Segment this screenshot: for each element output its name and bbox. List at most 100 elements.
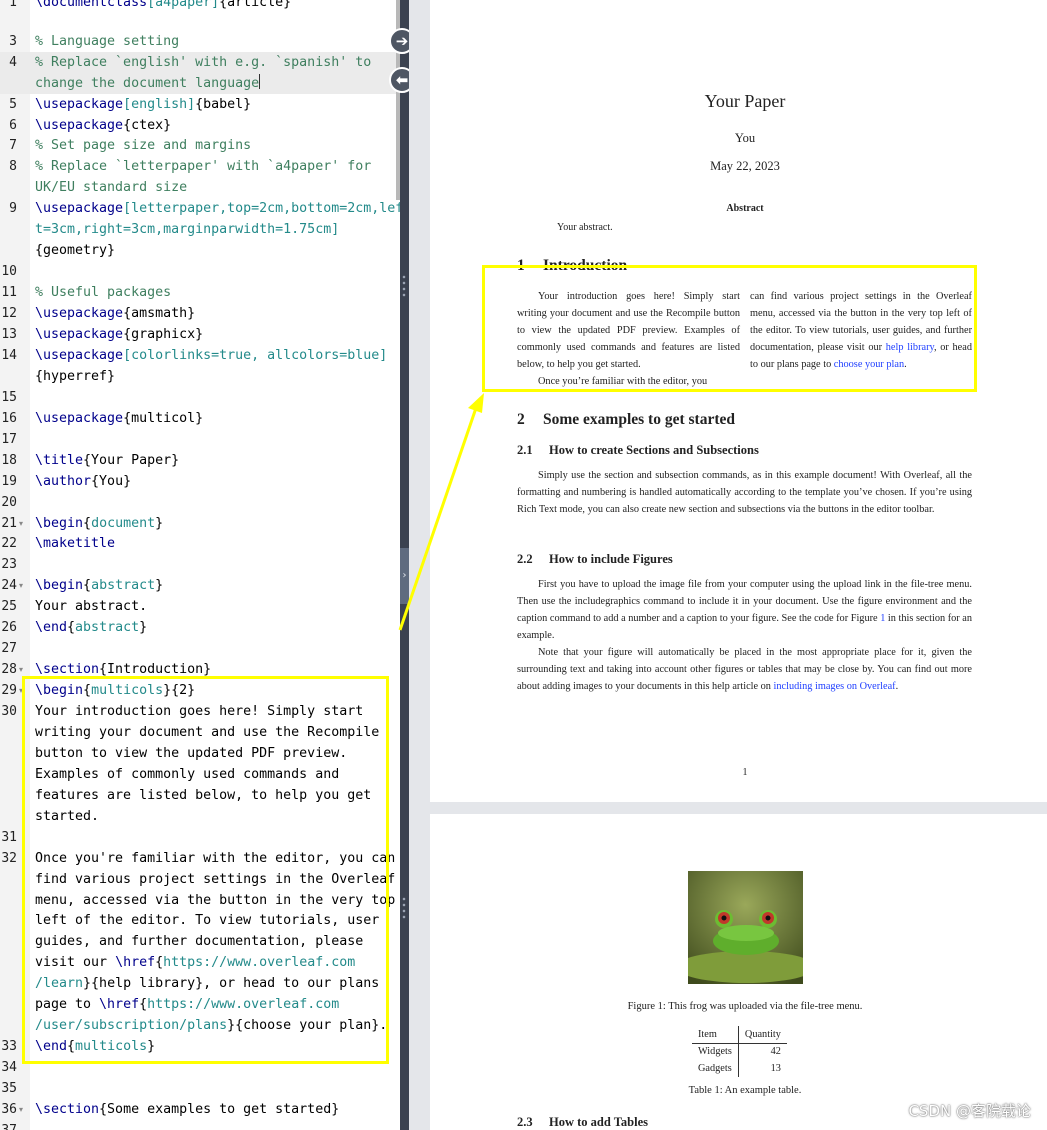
code-token: {Some examples to get started} [99, 1102, 340, 1117]
table-cell: Gadgets [692, 1060, 739, 1077]
code-token: {multicol} [123, 411, 204, 426]
code-line[interactable]: 3 % Language setting [0, 31, 400, 52]
code-line[interactable]: {hyperref} [0, 366, 400, 387]
code-token: change the document language [35, 76, 260, 91]
line-number: 23 [1, 557, 17, 572]
pdf-page-1: Your Paper You May 22, 2023 Abstract You… [430, 0, 1047, 802]
line-number: 32 [1, 851, 17, 866]
line-number: 5 [9, 97, 17, 112]
line-number: 8 [9, 159, 17, 174]
frog-image [688, 871, 803, 984]
code-line[interactable]: {geometry} [0, 240, 400, 261]
code-line[interactable]: change the document language [0, 73, 400, 94]
code-line[interactable]: 15 [0, 387, 400, 408]
code-token: \begin [35, 516, 84, 531]
subsection-number: 2.1 [517, 443, 533, 457]
code-line[interactable]: 17 [0, 429, 400, 450]
code-line[interactable]: 4 % Replace `english' with e.g. `spanish'… [0, 52, 400, 73]
line-number: 16 [1, 411, 17, 426]
code-token: \usepackage [35, 411, 124, 426]
code-text: Your abstract. [35, 596, 147, 617]
code-token: \usepackage [35, 97, 124, 112]
code-line[interactable]: 10 [0, 261, 400, 282]
including-images-link[interactable]: including images on Overleaf [774, 681, 896, 692]
code-token: {article} [219, 0, 292, 10]
code-text: % Set page size and margins [35, 135, 251, 156]
table-header: Item [692, 1026, 739, 1044]
figures-text: . [895, 681, 899, 692]
code-token: abstract [75, 620, 140, 635]
code-line[interactable]: 21 ▾ \begin{document} [0, 513, 400, 534]
code-line[interactable]: 27 [0, 638, 400, 659]
line-number: 30 [1, 704, 17, 719]
code-text: \begin{abstract} [35, 575, 163, 596]
collapse-pdf-chevron-icon[interactable]: › [400, 548, 409, 604]
code-line[interactable]: t=3cm,right=3cm,marginparwidth=1.75cm] [0, 219, 400, 240]
code-line[interactable]: 8 % Replace `letterpaper' with `a4paper' … [0, 156, 400, 177]
code-line[interactable]: 14 \usepackage[colorlinks=true, allcolors… [0, 345, 400, 366]
code-line[interactable]: 13 \usepackage{graphicx} [0, 324, 400, 345]
line-number: 31 [1, 830, 17, 845]
code-text: \title{Your Paper} [35, 450, 179, 471]
code-token: [letterpaper,top=2cm,bottom=2cm,lef [123, 201, 400, 216]
resize-grip-top[interactable] [402, 274, 406, 298]
line-number: 33 [1, 1039, 17, 1054]
table-row: Gadgets 13 [692, 1060, 787, 1077]
code-line[interactable]: 18 \title{Your Paper} [0, 450, 400, 471]
code-line[interactable]: 20 [0, 492, 400, 513]
code-token: % Language setting [35, 34, 180, 49]
code-token: {You} [91, 474, 132, 489]
code-line[interactable]: 9 \usepackage[letterpaper,top=2cm,bottom=… [0, 198, 400, 219]
code-line[interactable]: 16 \usepackage{multicol} [0, 408, 400, 429]
code-line[interactable]: 6 \usepackage{ctex} [0, 115, 400, 136]
line-number: 12 [1, 306, 17, 321]
fold-toggle-icon[interactable]: ▾ [19, 1099, 23, 1120]
code-line[interactable]: 1 \documentclass[a4paper]{article} [0, 0, 400, 13]
abstract-heading: Abstract [726, 203, 764, 214]
code-line[interactable]: 37 [0, 1120, 400, 1130]
code-line[interactable]: 35 [0, 1078, 400, 1099]
line-number: 10 [1, 264, 17, 279]
code-text: \documentclass[a4paper]{article} [35, 0, 291, 13]
line-number: 22 [1, 536, 17, 551]
line-number: 29 [1, 683, 17, 698]
code-line[interactable]: 12 \usepackage{amsmath} [0, 303, 400, 324]
figure-caption: Figure 1: This frog was uploaded via the… [627, 1001, 863, 1012]
paragraph-figures-2: Note that your figure will automatically… [517, 644, 972, 695]
code-line[interactable]: 22 \maketitle [0, 533, 400, 554]
code-line[interactable]: UK/EU standard size [0, 177, 400, 198]
code-line[interactable]: 5 \usepackage[english]{babel} [0, 94, 400, 115]
code-text: \usepackage{ctex} [35, 115, 171, 136]
figures-text: Note that your figure will automatically… [517, 647, 972, 692]
code-token: document [91, 516, 156, 531]
code-token: } [139, 620, 148, 635]
code-line[interactable]: 7 % Set page size and margins [0, 135, 400, 156]
code-token: % Replace `english' with e.g. `spanish' … [35, 55, 372, 70]
line-number: 26 [1, 620, 17, 635]
subsection-number: 2.3 [517, 1115, 533, 1129]
code-line[interactable]: 23 [0, 554, 400, 575]
code-line[interactable]: 24 ▾ \begin{abstract} [0, 575, 400, 596]
subsection-figures: 2.2 How to include Figures [517, 552, 673, 567]
code-text: \usepackage{multicol} [35, 408, 203, 429]
fold-toggle-icon[interactable]: ▾ [19, 513, 23, 534]
code-text: \end{abstract} [35, 617, 147, 638]
code-line[interactable]: 11 % Useful packages [0, 282, 400, 303]
pdf-viewer[interactable]: Your Paper You May 22, 2023 Abstract You… [409, 0, 1047, 1130]
resize-grip-bottom[interactable] [402, 896, 406, 920]
page-number: 1 [742, 767, 748, 778]
table-header: Quantity [738, 1026, 787, 1044]
code-token: % Set page size and margins [35, 138, 252, 153]
line-number: 36 [1, 1102, 17, 1117]
code-token: \section [35, 662, 100, 677]
code-line[interactable]: 25 Your abstract. [0, 596, 400, 617]
code-text: \usepackage{amsmath} [35, 303, 195, 324]
fold-toggle-icon[interactable]: ▾ [19, 575, 23, 596]
code-line[interactable]: 19 \author{You} [0, 471, 400, 492]
line-number: 37 [0, 1120, 17, 1130]
code-line[interactable]: 26 \end{abstract} [0, 617, 400, 638]
code-line[interactable]: 36 ▾ \section{Some examples to get started… [0, 1099, 400, 1120]
line-number: 19 [1, 474, 17, 489]
code-token: \end [35, 620, 68, 635]
code-token: \usepackage [35, 201, 124, 216]
